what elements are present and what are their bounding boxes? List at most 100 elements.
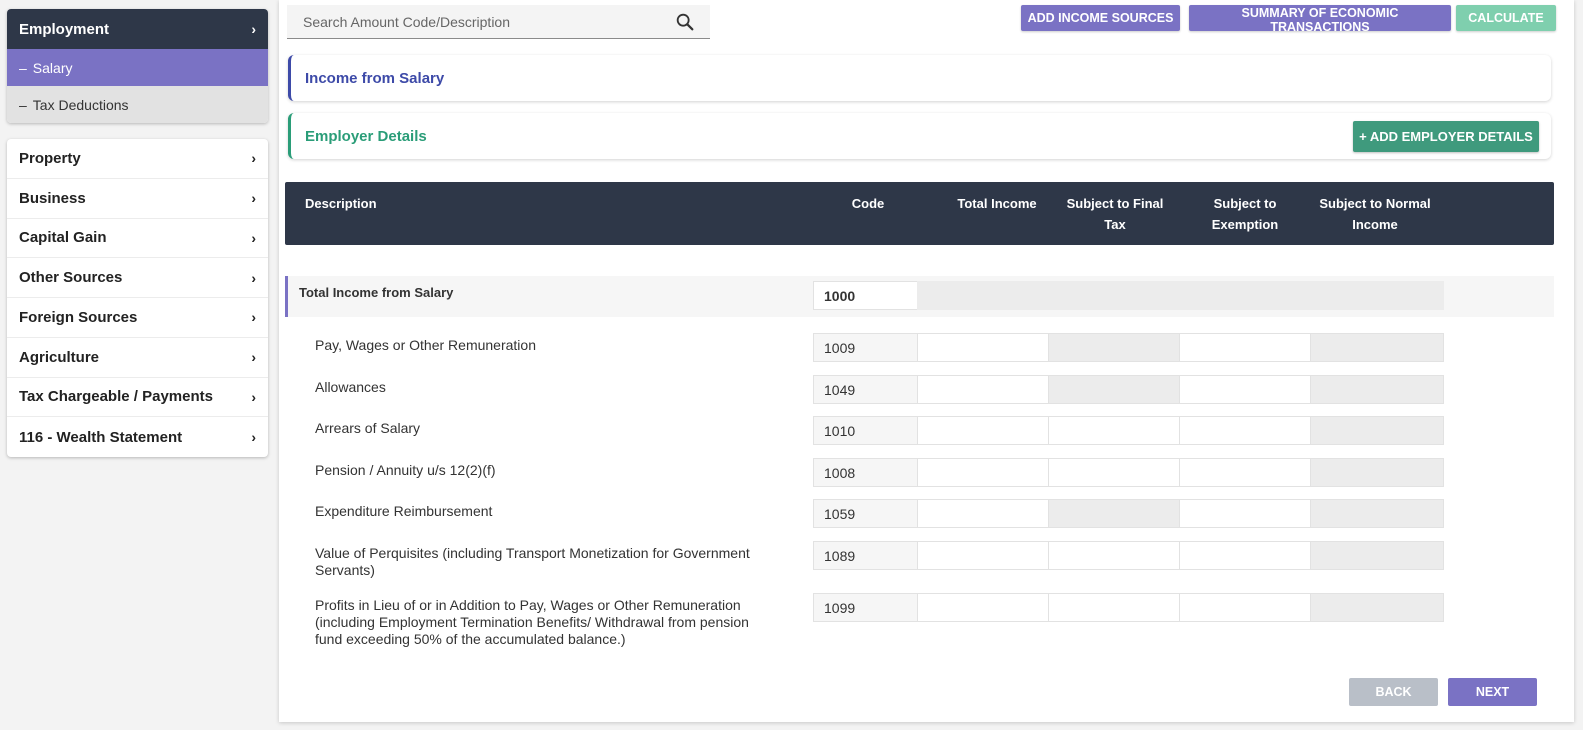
- row-exemption-input[interactable]: [1179, 499, 1311, 528]
- row-description: Expenditure Reimbursement: [315, 503, 493, 519]
- row-final-tax-input[interactable]: [1048, 541, 1180, 570]
- row-final-tax-input[interactable]: [1048, 593, 1180, 622]
- sidebar-item-wealth-statement[interactable]: 116 - Wealth Statement ›: [7, 417, 268, 457]
- row-final-tax-input: [1048, 375, 1180, 404]
- employer-details-section: Employer Details + ADD EMPLOYER DETAILS: [288, 113, 1551, 159]
- sidebar-item-label: Tax Chargeable / Payments: [19, 388, 213, 406]
- row-description: Arrears of Salary: [315, 420, 421, 436]
- row-normal-input: [1310, 541, 1444, 570]
- chevron-right-icon: ›: [251, 349, 256, 366]
- calculate-button[interactable]: CALCULATE: [1456, 5, 1556, 31]
- total-code-cell: 1000: [813, 281, 918, 310]
- row-total-income-input[interactable]: [917, 458, 1049, 487]
- header-final-tax: Subject to Final Tax: [1053, 193, 1177, 235]
- header-exemption: Subject to Exemption: [1185, 193, 1305, 235]
- row-final-tax-input[interactable]: [1048, 416, 1180, 445]
- row-normal-input: [1310, 593, 1444, 622]
- search-box: [287, 5, 710, 39]
- sidebar-item-label: Capital Gain: [19, 229, 107, 247]
- sidebar-subitem-label: Tax Deductions: [32, 96, 129, 113]
- sidebar-item-tax-chargeable[interactable]: Tax Chargeable / Payments ›: [7, 378, 268, 418]
- dash-icon: –: [19, 96, 27, 113]
- header-line: Subject to Normal: [1319, 196, 1431, 211]
- total-row-label: Total Income from Salary: [299, 285, 454, 300]
- row-code-cell: 1049: [813, 375, 918, 404]
- search-icon[interactable]: [674, 11, 696, 33]
- income-from-salary-section[interactable]: Income from Salary: [288, 55, 1551, 101]
- row-exemption-input[interactable]: [1179, 416, 1311, 445]
- row-exemption-input[interactable]: [1179, 333, 1311, 362]
- back-button[interactable]: BACK: [1349, 678, 1438, 706]
- row-normal-input: [1310, 499, 1444, 528]
- sidebar-item-label: Agriculture: [19, 348, 100, 366]
- chevron-right-icon: ›: [251, 429, 256, 446]
- sidebar-item-other-sources[interactable]: Other Sources ›: [7, 258, 268, 298]
- sidebar-item-label: Employment: [19, 20, 110, 38]
- row-description: Pension / Annuity u/s 12(2)(f): [315, 462, 496, 478]
- row-total-income-input[interactable]: [917, 375, 1049, 404]
- header-code: Code: [851, 196, 885, 211]
- chevron-right-icon: ›: [251, 190, 256, 207]
- table-header: Description Code Total Income Subject to…: [285, 182, 1554, 245]
- chevron-right-icon: ›: [251, 21, 256, 37]
- row-code-cell: 1089: [813, 541, 918, 570]
- sidebar-item-capital-gain[interactable]: Capital Gain ›: [7, 219, 268, 259]
- row-total-income-input[interactable]: [917, 333, 1049, 362]
- add-employer-details-button[interactable]: + ADD EMPLOYER DETAILS: [1353, 120, 1539, 152]
- row-code-cell: 1059: [813, 499, 918, 528]
- row-exemption-input[interactable]: [1179, 458, 1311, 487]
- total-values-cell: [917, 281, 1444, 310]
- sidebar-subitem-label: Salary: [32, 59, 73, 76]
- sidebar-nav: Property › Business › Capital Gain › Oth…: [7, 139, 268, 457]
- row-total-income-input[interactable]: [917, 499, 1049, 528]
- header-line: Income: [1352, 217, 1398, 232]
- header-line: Subject to: [1213, 196, 1277, 211]
- row-description: Value of Perquisites (including Transpor…: [315, 545, 750, 578]
- section-title: Income from Salary: [305, 69, 445, 87]
- chevron-right-icon: ›: [251, 388, 256, 405]
- header-line: Tax: [1104, 217, 1126, 232]
- row-exemption-input[interactable]: [1179, 541, 1311, 570]
- chevron-right-icon: ›: [251, 150, 256, 167]
- row-description: Allowances: [315, 379, 386, 395]
- sidebar-item-label: Property: [19, 149, 81, 167]
- sidebar-item-employment[interactable]: Employment ›: [7, 9, 268, 49]
- dash-icon: –: [19, 59, 27, 76]
- chevron-right-icon: ›: [251, 269, 256, 286]
- sidebar-item-foreign-sources[interactable]: Foreign Sources ›: [7, 298, 268, 338]
- sidebar-subitem-tax-deductions[interactable]: – Tax Deductions: [7, 86, 268, 123]
- row-code-cell: 1008: [813, 458, 918, 487]
- row-code-cell: 1009: [813, 333, 918, 362]
- sidebar-item-label: Foreign Sources: [19, 308, 138, 326]
- row-code-cell: 1010: [813, 416, 918, 445]
- row-total-income-input[interactable]: [917, 593, 1049, 622]
- search-input[interactable]: [301, 12, 674, 31]
- row-final-tax-input: [1048, 499, 1180, 528]
- sidebar-item-business[interactable]: Business ›: [7, 179, 268, 219]
- row-normal-input: [1310, 416, 1444, 445]
- sidebar-item-property[interactable]: Property ›: [7, 139, 268, 179]
- header-total-income: Total Income: [957, 196, 1037, 211]
- section-title: Employer Details: [305, 127, 427, 145]
- row-normal-input: [1310, 333, 1444, 362]
- main-panel: ADD INCOME SOURCES SUMMARY OF ECONOMIC T…: [279, 0, 1574, 722]
- sidebar-subitem-salary[interactable]: – Salary: [7, 49, 268, 86]
- chevron-right-icon: ›: [251, 309, 256, 326]
- row-code-cell: 1099: [813, 593, 918, 622]
- header-description: Description: [305, 196, 377, 211]
- summary-economic-transactions-button[interactable]: SUMMARY OF ECONOMIC TRANSACTIONS: [1189, 5, 1451, 34]
- row-total-income-input[interactable]: [917, 416, 1049, 445]
- row-final-tax-input[interactable]: [1048, 458, 1180, 487]
- next-button[interactable]: NEXT: [1448, 678, 1537, 706]
- sidebar-employment-group: Employment › – Salary – Tax Deductions: [7, 9, 268, 123]
- row-exemption-input[interactable]: [1179, 375, 1311, 404]
- add-income-sources-button[interactable]: ADD INCOME SOURCES: [1021, 5, 1180, 31]
- header-line: Subject to Final: [1066, 196, 1164, 211]
- row-description: Pay, Wages or Other Remuneration: [315, 337, 536, 353]
- chevron-right-icon: ›: [251, 229, 256, 246]
- sidebar-item-label: Business: [19, 189, 86, 207]
- row-exemption-input[interactable]: [1179, 593, 1311, 622]
- sidebar-item-label: 116 - Wealth Statement: [19, 428, 183, 446]
- row-total-income-input[interactable]: [917, 541, 1049, 570]
- sidebar-item-agriculture[interactable]: Agriculture ›: [7, 338, 268, 378]
